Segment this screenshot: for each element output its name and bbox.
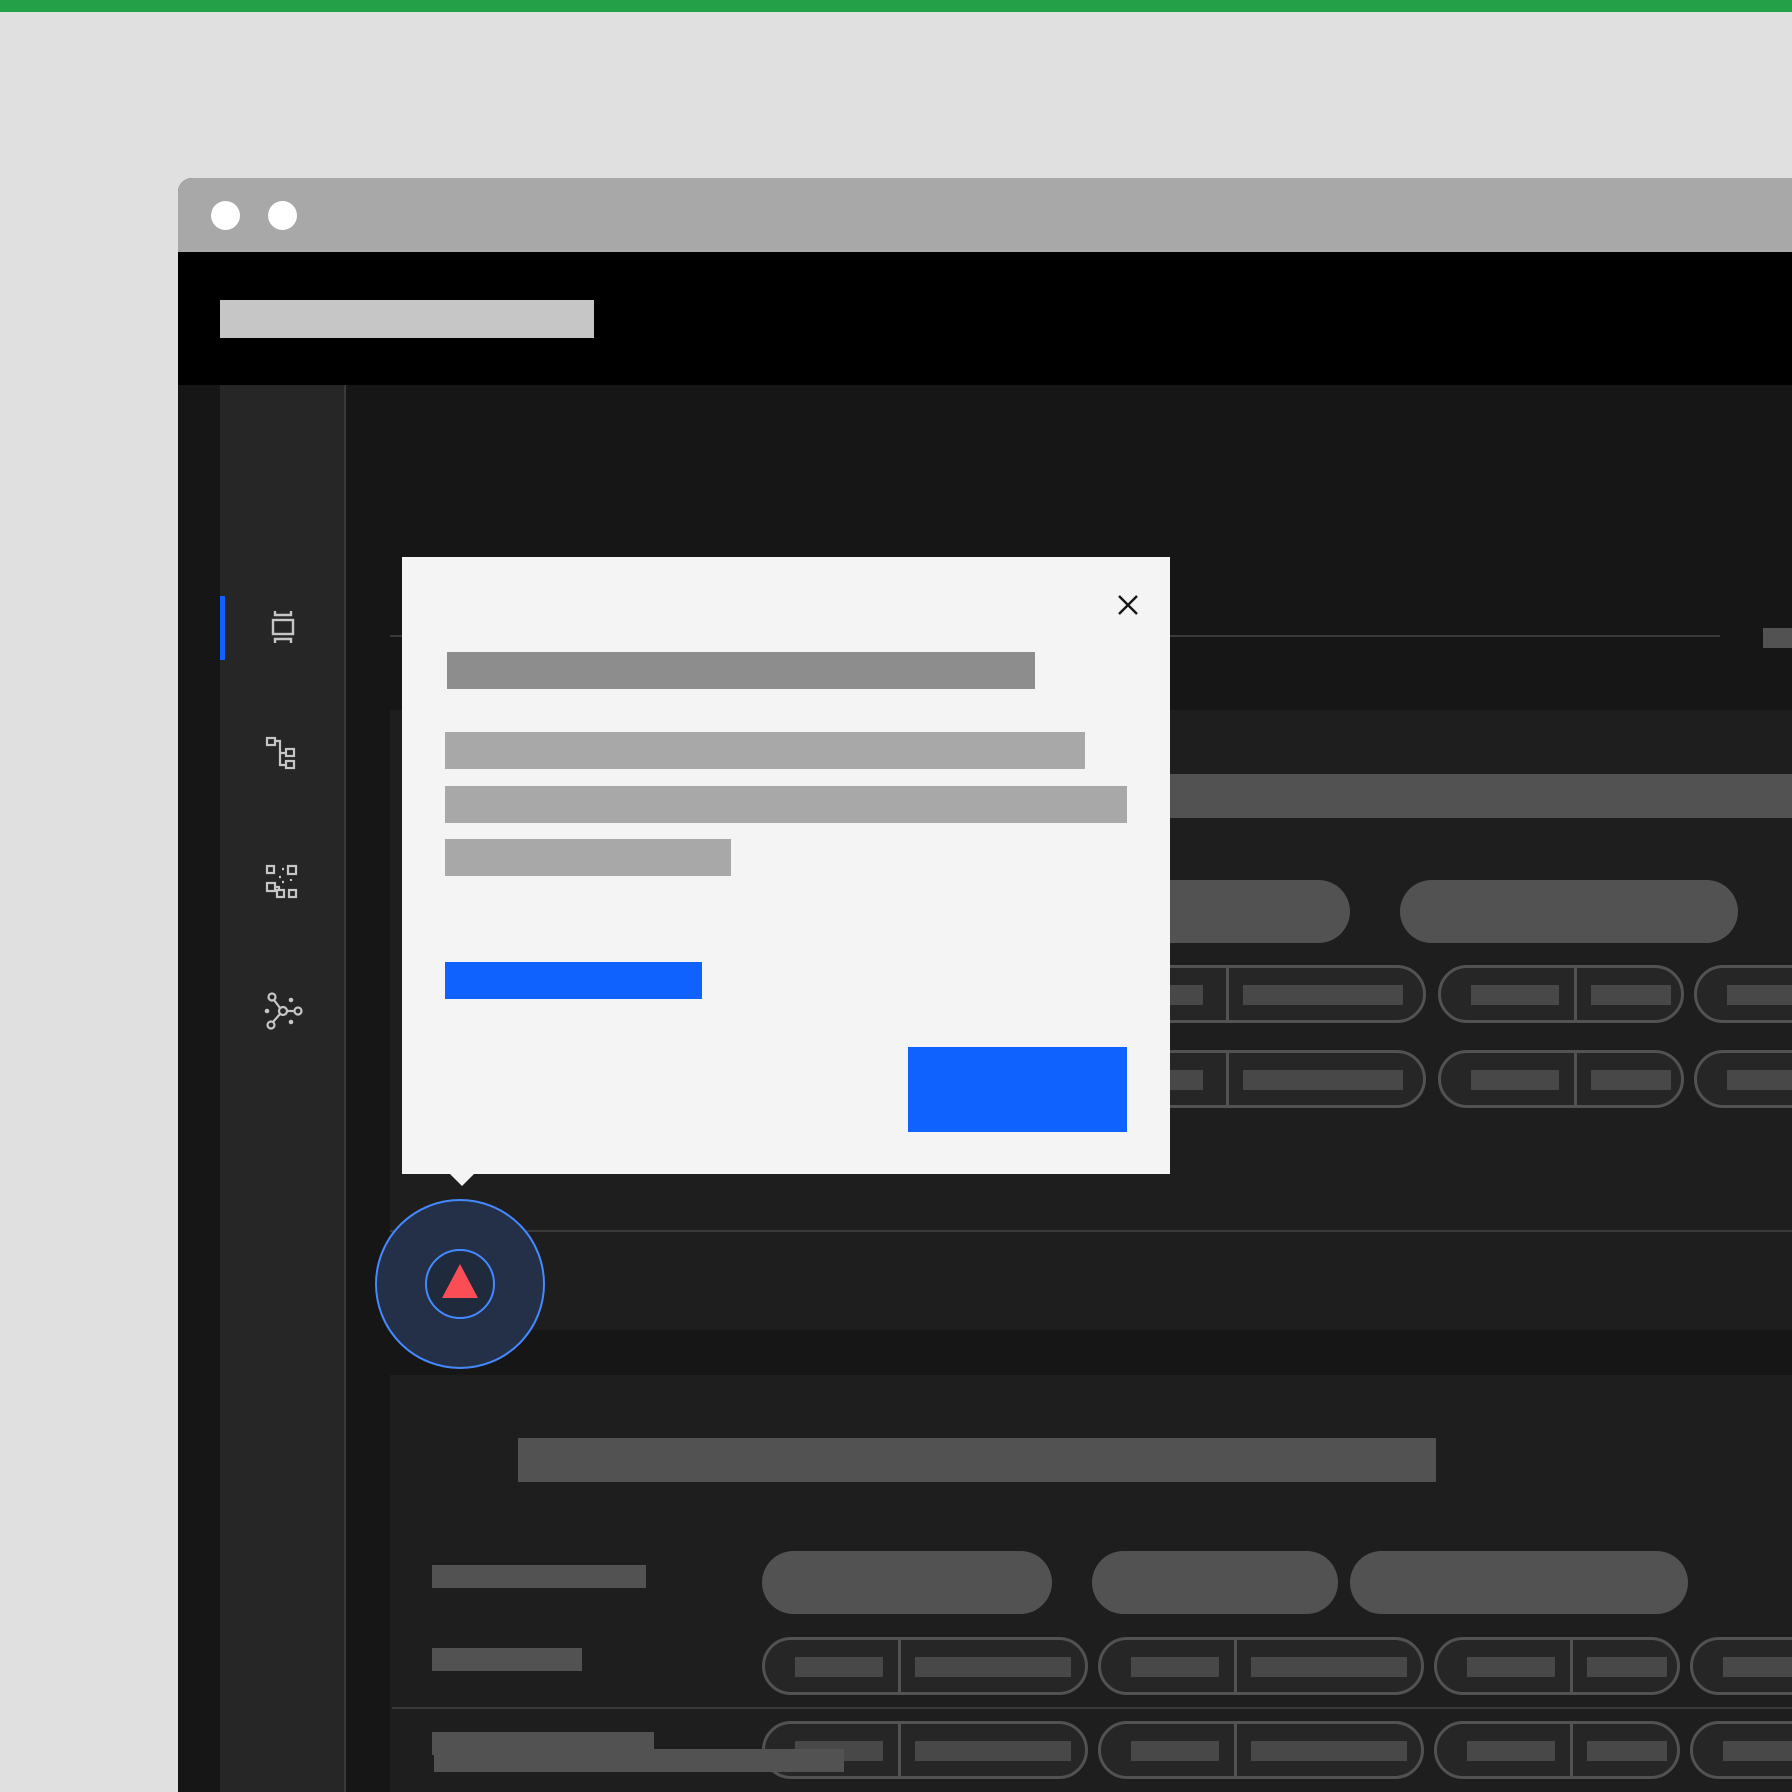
- popover-link[interactable]: [445, 962, 702, 999]
- toolbar-item[interactable]: [1763, 628, 1792, 648]
- row-label: [432, 1565, 646, 1588]
- tag[interactable]: [1350, 1551, 1688, 1614]
- key-value-tag[interactable]: [1690, 1637, 1792, 1695]
- key-value-tag[interactable]: [1694, 965, 1792, 1023]
- app-header: [178, 252, 1792, 385]
- network-icon[interactable]: [258, 986, 308, 1036]
- side-nav: [220, 385, 346, 1792]
- top-accent-stripe: [0, 0, 1792, 12]
- card-title: [518, 1438, 1436, 1482]
- card-title: [1140, 774, 1792, 818]
- tooltip-popover: [402, 557, 1170, 1174]
- left-gutter: [178, 385, 220, 1792]
- tag[interactable]: [762, 1551, 1052, 1614]
- tree-view-icon[interactable]: [258, 729, 308, 779]
- popover-body-line: [445, 786, 1127, 823]
- key-value-tag[interactable]: [1434, 1721, 1680, 1779]
- key-value-tag[interactable]: [1690, 1721, 1792, 1779]
- card-divider: [390, 1230, 1792, 1232]
- key-value-tag[interactable]: [1438, 1050, 1684, 1108]
- center-to-fit-icon[interactable]: [258, 602, 308, 652]
- data-structured-icon[interactable]: [258, 857, 308, 907]
- section-divider: [392, 1707, 1792, 1709]
- popover-title: [447, 652, 1035, 689]
- popover-body-line: [445, 839, 731, 876]
- window-close-button[interactable]: [211, 201, 240, 230]
- window-minimize-button[interactable]: [268, 201, 297, 230]
- window-titlebar: [178, 178, 1792, 252]
- popover-primary-button[interactable]: [908, 1047, 1127, 1132]
- close-icon[interactable]: [1108, 585, 1148, 625]
- tag[interactable]: [1400, 880, 1738, 943]
- warning-triangle-icon: [440, 1261, 480, 1301]
- key-value-tag[interactable]: [1694, 1050, 1792, 1108]
- key-value-tag[interactable]: [1438, 965, 1684, 1023]
- popover-caret: [446, 1170, 478, 1186]
- side-nav-active-indicator: [220, 596, 225, 660]
- tag[interactable]: [1092, 1551, 1338, 1614]
- key-value-tag[interactable]: [1098, 1721, 1424, 1779]
- key-value-tag[interactable]: [1434, 1637, 1680, 1695]
- key-value-tag[interactable]: [762, 1637, 1088, 1695]
- app-title: [220, 300, 594, 338]
- popover-body-line: [445, 732, 1085, 769]
- content-card: [390, 1375, 1792, 1792]
- footer-text: [434, 1749, 844, 1772]
- row-label: [432, 1648, 582, 1671]
- key-value-tag[interactable]: [1098, 1637, 1424, 1695]
